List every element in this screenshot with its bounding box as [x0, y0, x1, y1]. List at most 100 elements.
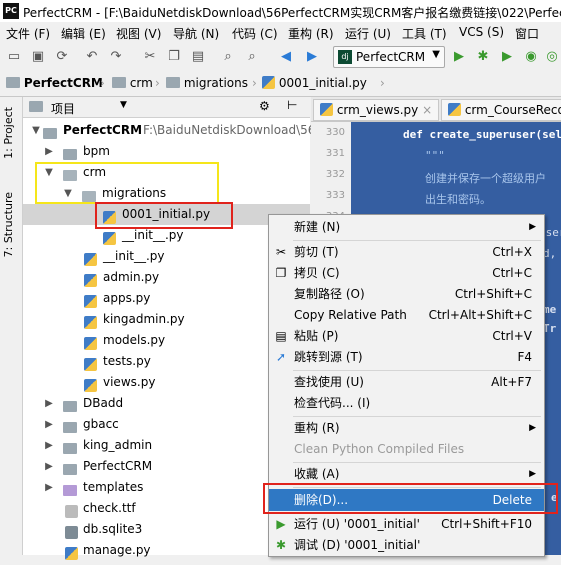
- run-icon[interactable]: ▶: [451, 49, 467, 65]
- coverage-icon[interactable]: ▶: [499, 49, 515, 65]
- chevron-right-icon[interactable]: ▶: [44, 141, 54, 162]
- menu-vcs[interactable]: VCS (S): [459, 25, 504, 39]
- database-icon: [65, 526, 78, 539]
- menu-item-cut[interactable]: ✂ 剪切 (T) Ctrl+X: [269, 242, 544, 263]
- breadcrumb-project[interactable]: PerfectCRM: [6, 76, 103, 90]
- menu-run[interactable]: 运行 (U): [345, 25, 391, 42]
- python-file-icon: [84, 316, 97, 329]
- tree-item[interactable]: ▶ DBadd: [23, 393, 310, 414]
- run-config-label: PerfectCRM: [356, 50, 426, 64]
- python-file-icon: [448, 103, 461, 116]
- tree-item[interactable]: db.sqlite3: [23, 519, 310, 540]
- menu-item-inspect-code[interactable]: 检查代码... (I): [269, 393, 544, 414]
- redo-icon[interactable]: ↷: [108, 49, 124, 65]
- breadcrumb-separator: ›: [100, 76, 105, 90]
- folder-icon: [63, 485, 77, 496]
- tree-item[interactable]: ▶ bpm: [23, 141, 310, 162]
- menu-item-find-usages[interactable]: 查找使用 (U) Alt+F7: [269, 372, 544, 393]
- breadcrumb-separator: ›: [252, 76, 257, 90]
- copy-icon[interactable]: ❐: [166, 49, 182, 65]
- chevron-right-icon[interactable]: ▶: [44, 456, 54, 477]
- menu-code[interactable]: 代码 (C): [232, 25, 278, 42]
- tab-crm-views[interactable]: crm_views.py ×: [313, 99, 440, 121]
- tree-item[interactable]: admin.py: [23, 267, 310, 288]
- menu-item-favorites[interactable]: 收藏 (A) ▶: [269, 464, 544, 485]
- paste-icon[interactable]: ▤: [190, 49, 206, 65]
- breadcrumb-crm[interactable]: crm: [112, 76, 153, 90]
- chevron-right-icon[interactable]: ▶: [44, 393, 54, 414]
- line-number: 332: [325, 169, 345, 180]
- tab-project[interactable]: 1: Project: [2, 107, 15, 159]
- tree-item[interactable]: tests.py: [23, 351, 310, 372]
- chevron-down-icon[interactable]: ▼: [120, 100, 127, 110]
- open-folder-icon[interactable]: ▭: [6, 49, 22, 65]
- python-file-icon: [84, 295, 97, 308]
- tree-item[interactable]: models.py: [23, 330, 310, 351]
- toolbar: ▭ ▣ ⟳ ↶ ↷ ✂ ❐ ▤ ⌕ ⌕ ◀ ▶ dj PerfectCRM ▼ …: [0, 42, 561, 73]
- menu-window[interactable]: 窗口: [515, 25, 539, 42]
- breadcrumb-file[interactable]: 0001_initial.py: [262, 76, 367, 90]
- menu-item-jump-to-source[interactable]: ➚ 跳转到源 (T) F4: [269, 347, 544, 368]
- run-config-select[interactable]: dj PerfectCRM ▼: [333, 46, 445, 68]
- menu-item-run[interactable]: ▶ 运行 (U) '0001_initial' Ctrl+Shift+F10: [269, 514, 544, 535]
- replace-icon[interactable]: ⌕: [244, 49, 260, 65]
- tab-structure[interactable]: 7: Structure: [2, 192, 15, 257]
- chevron-right-icon: ▶: [529, 423, 536, 433]
- menu-item-refactor[interactable]: 重构 (R) ▶: [269, 418, 544, 439]
- folder-icon: [63, 401, 77, 412]
- chevron-right-icon: ▶: [529, 469, 536, 479]
- breadcrumb: PerfectCRM › crm › migrations › 0001_ini…: [0, 72, 561, 97]
- menu-item-copy-relative-path[interactable]: Copy Relative Path Ctrl+Alt+Shift+C: [269, 305, 544, 326]
- forward-icon[interactable]: ▶: [304, 49, 320, 65]
- chevron-right-icon[interactable]: ▶: [44, 435, 54, 456]
- code-line: """: [425, 149, 445, 162]
- line-number: 331: [325, 148, 345, 159]
- tree-item[interactable]: ▶ gbacc: [23, 414, 310, 435]
- close-icon[interactable]: ×: [422, 103, 432, 117]
- tree-item[interactable]: manage.py: [23, 540, 310, 561]
- find-icon[interactable]: ⌕: [220, 49, 236, 65]
- project-panel-title[interactable]: 项目: [51, 100, 75, 117]
- concurrency-icon[interactable]: ◎: [544, 49, 560, 65]
- back-icon[interactable]: ◀: [278, 49, 294, 65]
- menu-item-new[interactable]: 新建 (N) ▶: [269, 217, 544, 238]
- tree-item[interactable]: apps.py: [23, 288, 310, 309]
- menu-item-paste[interactable]: ▤ 粘贴 (P) Ctrl+V: [269, 326, 544, 347]
- hide-panel-icon[interactable]: ⊢: [287, 98, 297, 112]
- gear-icon[interactable]: ⚙: [259, 99, 270, 113]
- menu-item-clean-compiled: Clean Python Compiled Files: [294, 442, 465, 456]
- tree-item[interactable]: kingadmin.py: [23, 309, 310, 330]
- tree-item[interactable]: ▶ king_admin: [23, 435, 310, 456]
- tree-item[interactable]: __init__.py: [23, 246, 310, 267]
- save-icon[interactable]: ▣: [30, 49, 46, 65]
- folder-icon: [112, 77, 126, 88]
- tree-item-label: db.sqlite3: [83, 522, 143, 536]
- chevron-down-icon[interactable]: ▼: [31, 120, 41, 141]
- tree-item[interactable]: ▼ PerfectCRM F:\BaiduNetdiskDownload\56: [23, 120, 315, 141]
- menu-item-copy-path[interactable]: 复制路径 (O) Ctrl+Shift+C: [269, 284, 544, 305]
- menu-edit[interactable]: 编辑 (E): [61, 25, 106, 42]
- sync-icon[interactable]: ⟳: [54, 49, 70, 65]
- menu-navigate[interactable]: 导航 (N): [173, 25, 219, 42]
- chevron-right-icon[interactable]: ▶: [44, 477, 54, 498]
- menu-item-debug[interactable]: ✱ 调试 (D) '0001_initial': [269, 535, 544, 556]
- folder-icon: [63, 149, 77, 160]
- chevron-right-icon[interactable]: ▶: [44, 414, 54, 435]
- menu-view[interactable]: 视图 (V): [116, 25, 161, 42]
- menu-separator: [293, 370, 541, 371]
- menu-item-copy[interactable]: ❐ 拷贝 (C) Ctrl+C: [269, 263, 544, 284]
- debug-icon[interactable]: ✱: [475, 49, 491, 65]
- tree-item[interactable]: ▶ PerfectCRM: [23, 456, 310, 477]
- menu-tools[interactable]: 工具 (T): [402, 25, 447, 42]
- profile-icon[interactable]: ◉: [523, 49, 539, 65]
- cut-icon[interactable]: ✂: [142, 49, 158, 65]
- tree-item[interactable]: views.py: [23, 372, 310, 393]
- code-line: 创建并保存一个超级用户: [425, 172, 546, 185]
- tab-course-record[interactable]: crm_CourseRecor: [441, 99, 561, 121]
- breadcrumb-migrations[interactable]: migrations: [166, 76, 248, 90]
- chevron-down-icon: ▼: [432, 49, 440, 60]
- menu-file[interactable]: 文件 (F): [6, 25, 50, 42]
- editor-tabs: crm_views.py × crm_CourseRecor: [311, 97, 561, 122]
- menu-refactor[interactable]: 重构 (R): [288, 25, 334, 42]
- undo-icon[interactable]: ↶: [84, 49, 100, 65]
